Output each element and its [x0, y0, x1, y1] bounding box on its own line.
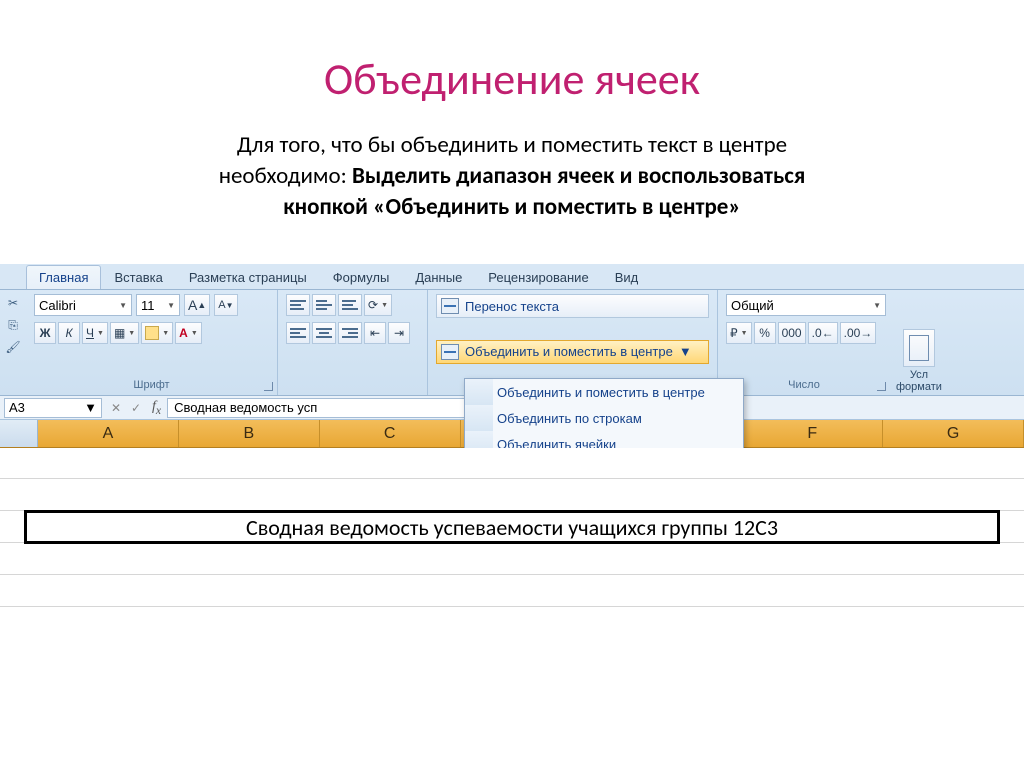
- dec-indent[interactable]: ⇤: [364, 322, 386, 344]
- slide-description: Для того, что бы объединить и поместить …: [0, 130, 1024, 223]
- merge-center-label: Объединить и поместить в центре: [465, 344, 673, 359]
- fx-icon[interactable]: fx: [146, 399, 167, 417]
- tab-data[interactable]: Данные: [402, 265, 475, 289]
- font-size-combo[interactable]: 11▼: [136, 294, 180, 316]
- tab-review[interactable]: Рецензирование: [475, 265, 601, 289]
- formula-input[interactable]: Сводная ведомость усп: [167, 398, 477, 418]
- align-top[interactable]: [286, 294, 310, 316]
- tab-home[interactable]: Главная: [26, 265, 101, 289]
- wrap-text-icon: [441, 298, 459, 314]
- slide-line1: Для того, что бы объединить и поместить …: [237, 131, 787, 159]
- font-name-combo[interactable]: Calibri▼: [34, 294, 132, 316]
- inc-indent[interactable]: ⇥: [388, 322, 410, 344]
- col-b[interactable]: B: [179, 420, 320, 447]
- slide-title: Объединение ячеек: [0, 0, 1024, 106]
- spreadsheet-grid[interactable]: Сводная ведомость успеваемости учащихся …: [0, 448, 1024, 618]
- slide-line3: кнопкой «Объединить и поместить в центре…: [283, 193, 741, 221]
- cut-icon[interactable]: ✂: [5, 296, 21, 310]
- font-name-value: Calibri: [39, 298, 76, 313]
- align-group: ⟳▼ ⇤ ⇥ .: [278, 290, 428, 395]
- ribbon-tabs: Главная Вставка Разметка страницы Формул…: [0, 264, 1024, 290]
- bold-button[interactable]: Ж: [34, 322, 56, 344]
- increase-font-button[interactable]: A▲: [184, 294, 210, 316]
- col-c[interactable]: C: [320, 420, 461, 447]
- merge-center-item[interactable]: Объединить и поместить в центре: [493, 379, 713, 405]
- borders-button[interactable]: ▦▼: [110, 322, 139, 344]
- tab-formulas[interactable]: Формулы: [320, 265, 403, 289]
- name-box[interactable]: A3▼: [4, 398, 102, 418]
- cond-label-2: формати: [896, 381, 942, 393]
- number-format-value: Общий: [731, 298, 774, 313]
- underline-button[interactable]: Ч▼: [82, 322, 108, 344]
- thousand-button[interactable]: 000: [778, 322, 806, 344]
- tab-insert[interactable]: Вставка: [101, 265, 175, 289]
- number-group-label: Число: [726, 379, 882, 393]
- merge-across-item[interactable]: Объединить по строкам: [493, 405, 650, 431]
- decrease-font-button[interactable]: A▼: [214, 294, 237, 316]
- dec-decimal[interactable]: .0←: [808, 322, 838, 344]
- chevron-down-icon: ▼: [679, 344, 692, 359]
- font-group-label: Шрифт: [34, 379, 269, 393]
- font-size-value: 11: [141, 298, 155, 313]
- slide-line2a: необходимо:: [219, 162, 352, 190]
- styles-group: Усл формати: [890, 290, 946, 395]
- currency-button[interactable]: ₽▼: [726, 322, 752, 344]
- select-all-corner[interactable]: [0, 420, 38, 447]
- fill-color-button[interactable]: ▼: [141, 322, 173, 344]
- percent-button[interactable]: %: [754, 322, 776, 344]
- copy-icon[interactable]: ⎘: [5, 318, 21, 332]
- number-format-combo[interactable]: Общий▼: [726, 294, 886, 316]
- name-box-value: A3: [9, 400, 25, 415]
- accept-formula-icon[interactable]: ✓: [126, 398, 146, 418]
- col-f[interactable]: F: [742, 420, 883, 447]
- font-color-button[interactable]: A▼: [175, 322, 202, 344]
- tab-layout[interactable]: Разметка страницы: [176, 265, 320, 289]
- cancel-formula-icon[interactable]: ✕: [106, 398, 126, 418]
- col-a[interactable]: A: [38, 420, 179, 447]
- align-middle[interactable]: [312, 294, 336, 316]
- merge-icon: [441, 344, 459, 360]
- font-group: Calibri▼ 11▼ A▲ A▼ Ж К Ч▼ ▦▼ ▼ A▼ Ш: [26, 290, 278, 395]
- wrap-text-label: Перенос текста: [465, 299, 559, 314]
- conditional-formatting-icon[interactable]: [903, 329, 935, 367]
- format-painter-icon[interactable]: 🖌: [5, 340, 21, 354]
- inc-decimal[interactable]: .00→: [840, 322, 877, 344]
- slide-line2b: Выделить диапазон ячеек и воспользоватьс…: [352, 162, 805, 190]
- cond-label-1: Усл: [910, 369, 928, 381]
- ribbon: ✂ ⎘ 🖌 Calibri▼ 11▼ A▲ A▼ Ж К: [0, 290, 1024, 396]
- excel-screenshot: Главная Вставка Разметка страницы Формул…: [0, 264, 1024, 634]
- align-bottom[interactable]: [338, 294, 362, 316]
- tab-view[interactable]: Вид: [602, 265, 652, 289]
- merged-title-cell[interactable]: Сводная ведомость успеваемости учащихся …: [24, 510, 1000, 544]
- col-g[interactable]: G: [883, 420, 1024, 447]
- wrap-text-button[interactable]: Перенос текста: [436, 294, 709, 318]
- align-left[interactable]: [286, 322, 310, 344]
- clipboard-mini: ✂ ⎘ 🖌: [0, 290, 26, 395]
- merge-center-button[interactable]: Объединить и поместить в центре ▼: [436, 340, 709, 364]
- align-center[interactable]: [312, 322, 336, 344]
- orientation-button[interactable]: ⟳▼: [364, 294, 392, 316]
- align-right[interactable]: [338, 322, 362, 344]
- italic-button[interactable]: К: [58, 322, 80, 344]
